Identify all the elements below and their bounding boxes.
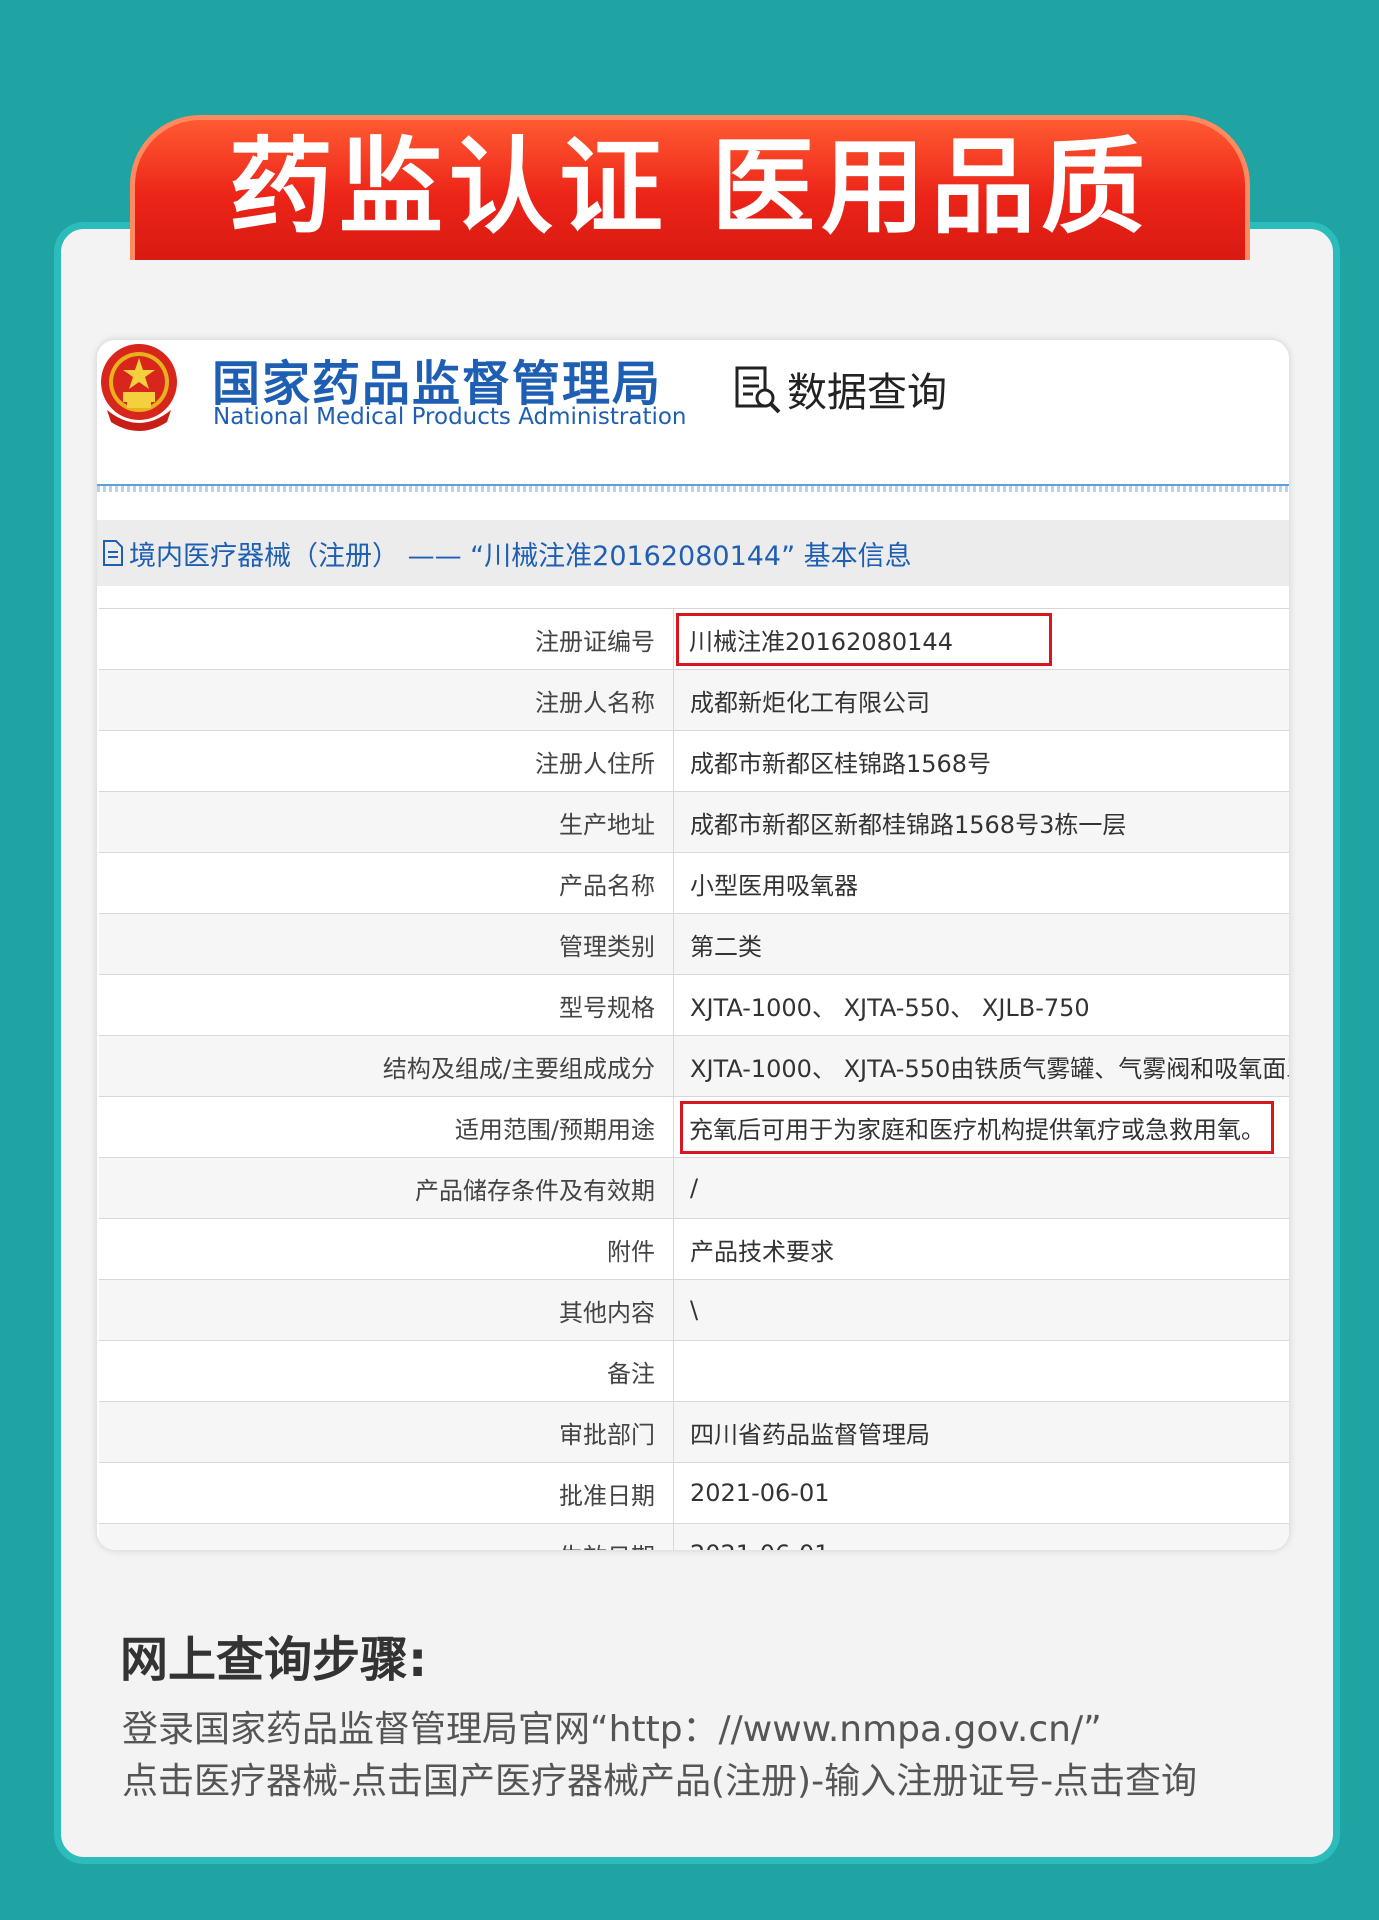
row-key: 结构及组成/主要组成成分 [99, 1035, 674, 1097]
row-value-cell: 充氧后可用于为家庭和医疗机构提供氧疗或急救用氧。 [673, 1096, 1289, 1158]
data-query-link[interactable]: 数据查询 [733, 360, 947, 418]
row-value-cell: 川械注准20162080144 [673, 608, 1289, 670]
row-key: 型号规格 [99, 974, 674, 1036]
row-value: / [673, 1157, 1289, 1219]
row-value: 成都市新都区新都桂锦路1568号3栋一层 [673, 791, 1289, 853]
table-row: 生效日期 2021-06-01 [99, 1523, 1289, 1550]
row-value: 第二类 [673, 913, 1289, 975]
row-key: 注册人住所 [99, 730, 674, 792]
table-row: 注册人名称 成都新炬化工有限公司 [99, 669, 1289, 731]
row-value: 成都市新都区桂锦路1568号 [673, 730, 1289, 792]
steps-line-2: 点击医疗器械-点击国产医疗器械产品(注册)-输入注册证号-点击查询 [122, 1761, 1198, 1802]
steps-line-1: 登录国家药品监督管理局官网“http：//www.nmpa.gov.cn/” [122, 1709, 1102, 1750]
document-icon [103, 540, 123, 566]
table-row: 批准日期 2021-06-01 [99, 1462, 1289, 1524]
data-query-label: 数据查询 [787, 370, 947, 416]
info-bar: 境内医疗器械（注册） —— “川械注准20162080144” 基本信息 [97, 520, 1289, 586]
nmpa-screenshot: 国家药品监督管理局 National Medical Products Admi… [97, 340, 1289, 1550]
banner: 药监认证 医用品质 [130, 115, 1250, 260]
row-value: XJTA-1000、 XJTA-550由铁质气雾罐、气雾阀和吸氧面罩 [673, 1035, 1289, 1097]
highlighted-registration-number: 川械注准20162080144 [676, 612, 1052, 666]
row-value: 产品技术要求 [673, 1218, 1289, 1280]
row-value: XJTA-1000、 XJTA-550、 XJLB-750 [673, 974, 1289, 1036]
table-row: 备注 [99, 1340, 1289, 1402]
row-key: 附件 [99, 1218, 674, 1280]
highlighted-intended-use: 充氧后可用于为家庭和医疗机构提供氧疗或急救用氧。 [680, 1100, 1274, 1154]
table-row: 注册人住所 成都市新都区桂锦路1568号 [99, 730, 1289, 792]
row-key: 产品名称 [99, 852, 674, 914]
row-key: 备注 [99, 1340, 674, 1402]
national-emblem-icon [101, 344, 177, 431]
row-value: 2021-06-01 [673, 1462, 1289, 1524]
table-row: 结构及组成/主要组成成分 XJTA-1000、 XJTA-550由铁质气雾罐、气… [99, 1035, 1289, 1097]
row-key: 审批部门 [99, 1401, 674, 1463]
table-row: 附件 产品技术要求 [99, 1218, 1289, 1280]
row-key: 生产地址 [99, 791, 674, 853]
banner-title: 药监认证 医用品质 [228, 126, 1152, 248]
agency-name-en: National Medical Products Administration [213, 404, 687, 430]
row-value: 四川省药品监督管理局 [673, 1401, 1289, 1463]
table-row: 生产地址 成都市新都区新都桂锦路1568号3栋一层 [99, 791, 1289, 853]
row-value: \ [673, 1279, 1289, 1341]
table-row: 产品储存条件及有效期 / [99, 1157, 1289, 1219]
table-row: 产品名称 小型医用吸氧器 [99, 852, 1289, 914]
table-row: 其他内容 \ [99, 1279, 1289, 1341]
row-key: 批准日期 [99, 1462, 674, 1524]
info-bar-text: 境内医疗器械（注册） —— “川械注准20162080144” 基本信息 [129, 540, 912, 572]
table-row: 审批部门 四川省药品监督管理局 [99, 1401, 1289, 1463]
row-value: 小型医用吸氧器 [673, 852, 1289, 914]
document-search-icon [735, 366, 781, 414]
registration-table: 注册证编号 川械注准20162080144 注册人名称 成都新炬化工有限公司 注… [99, 608, 1289, 1550]
table-row: 型号规格 XJTA-1000、 XJTA-550、 XJLB-750 [99, 974, 1289, 1036]
header-divider [97, 484, 1289, 492]
table-row: 管理类别 第二类 [99, 913, 1289, 975]
row-value [673, 1340, 1289, 1402]
row-key: 产品储存条件及有效期 [99, 1157, 674, 1219]
steps-title: 网上查询步骤: [120, 1632, 428, 1688]
row-key: 其他内容 [99, 1279, 674, 1341]
row-key: 注册证编号 [99, 608, 674, 670]
table-row: 适用范围/预期用途 充氧后可用于为家庭和医疗机构提供氧疗或急救用氧。 [99, 1096, 1289, 1158]
row-key: 注册人名称 [99, 669, 674, 731]
row-key: 管理类别 [99, 913, 674, 975]
row-key: 适用范围/预期用途 [99, 1096, 674, 1158]
row-value: 成都新炬化工有限公司 [673, 669, 1289, 731]
row-value: 2021-06-01 [673, 1523, 1289, 1550]
table-row: 注册证编号 川械注准20162080144 [99, 608, 1289, 670]
row-key: 生效日期 [99, 1523, 674, 1550]
